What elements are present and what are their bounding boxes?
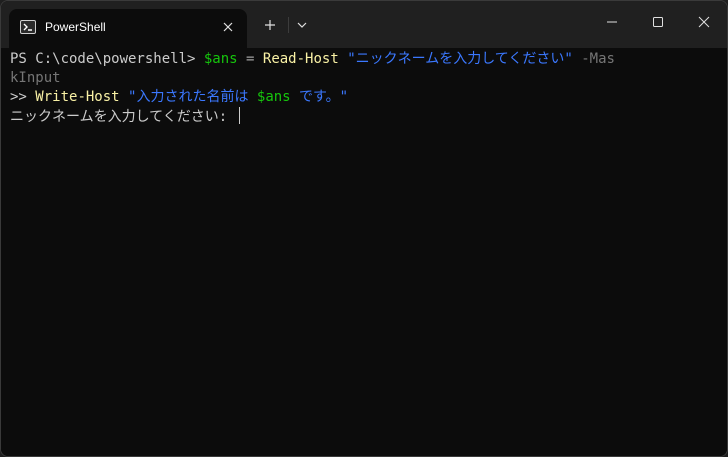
terminal-line-2: kInput	[10, 69, 61, 88]
minimize-icon	[607, 21, 617, 23]
continuation-prompt: >>	[10, 89, 36, 105]
operator-token: =	[237, 51, 263, 67]
terminal-line-1: PS C:\code\powershell> $ans = Read-Host …	[10, 50, 615, 69]
close-icon	[698, 16, 710, 28]
text-cursor	[238, 107, 240, 124]
terminal-output[interactable]: PS C:\code\powershell> $ans = Read-Host …	[1, 48, 727, 456]
minimize-button[interactable]	[589, 3, 635, 41]
prompt: PS C:\code\powershell>	[10, 51, 204, 67]
powershell-icon	[20, 19, 36, 35]
chevron-down-icon[interactable]	[292, 15, 312, 35]
tab-separator	[288, 17, 289, 33]
parameter-token: kInput	[10, 70, 61, 86]
string-token: です。"	[290, 89, 349, 105]
string-token: "入力された名前は	[128, 89, 257, 105]
variable-token: $ans	[256, 89, 291, 105]
close-window-button[interactable]	[681, 3, 727, 41]
terminal-line-3: >> Write-Host "入力された名前は $ans です。"	[10, 88, 348, 107]
terminal-line-4: ニックネームを入力してください:	[10, 107, 240, 126]
title-bar: PowerShell	[1, 1, 727, 48]
parameter-token: -Mas	[572, 51, 615, 67]
plus-icon[interactable]	[260, 15, 280, 35]
maximize-icon	[653, 17, 663, 27]
tab-powershell[interactable]: PowerShell	[9, 9, 247, 48]
string-token: "ニックネームを入力してください"	[347, 51, 573, 67]
maximize-button[interactable]	[635, 3, 681, 41]
read-host-prompt: ニックネームを入力してください:	[10, 109, 236, 125]
terminal-window: PowerShell PS C:\code\powershell> $ans =…	[0, 0, 728, 457]
close-icon[interactable]	[219, 18, 237, 36]
command-token: Write-Host	[35, 89, 120, 105]
tab-title: PowerShell	[45, 20, 106, 34]
command-token: Read-Host	[262, 51, 339, 67]
variable-token: $ans	[203, 51, 238, 67]
